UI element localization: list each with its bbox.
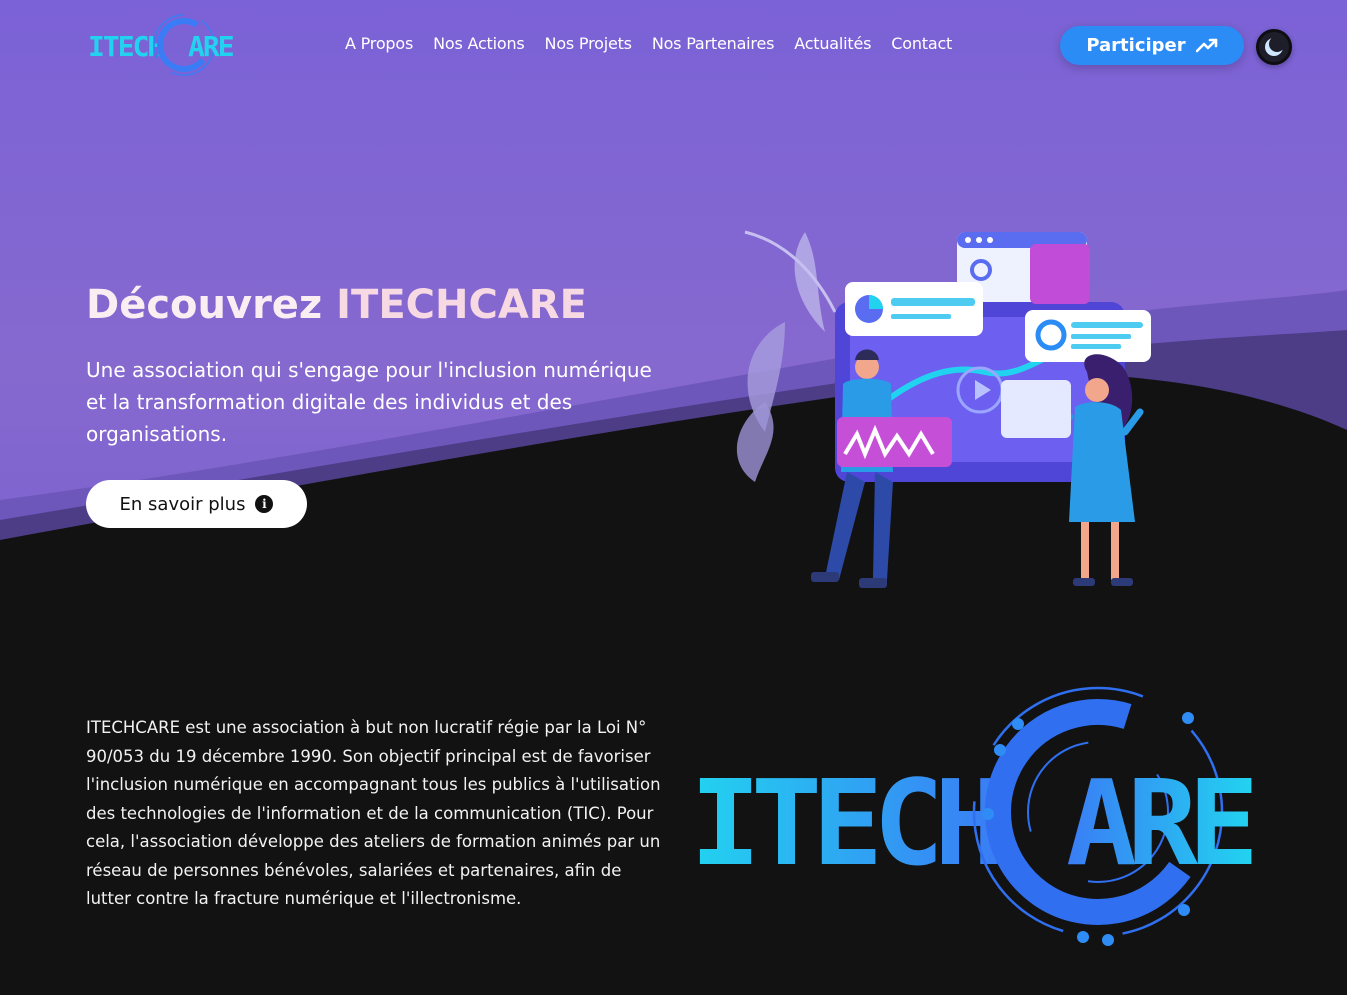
hero-illustration xyxy=(736,230,1151,588)
participer-label: Participer xyxy=(1086,35,1186,56)
trending-up-icon xyxy=(1195,38,1217,52)
main-nav: A Propos Nos Actions Nos Projets Nos Par… xyxy=(345,34,952,53)
nav-item-actualites[interactable]: Actualités xyxy=(794,34,871,53)
hero-description: Une association qui s'engage pour l'incl… xyxy=(86,358,652,446)
theme-toggle-button[interactable] xyxy=(1256,29,1292,65)
site-header: ITECH ARE A Propos Nos Actions Nos Proje… xyxy=(0,0,1347,92)
logo-text-left: ITECH xyxy=(88,30,162,63)
nav-item-nos-actions[interactable]: Nos Actions xyxy=(433,34,525,53)
nav-item-a-propos[interactable]: A Propos xyxy=(345,34,413,53)
itechcare-large-logo: ITECH ARE xyxy=(690,686,1262,946)
hero-title-highlight: ITECHCARE xyxy=(336,282,587,328)
hero-title: Découvrez ITECHCARE xyxy=(86,282,587,328)
info-icon: i xyxy=(255,495,274,513)
en-savoir-plus-button[interactable]: En savoir plus i xyxy=(86,480,307,528)
logo-text-right: ARE xyxy=(188,30,234,63)
nav-item-nos-partenaires[interactable]: Nos Partenaires xyxy=(652,34,775,53)
itechcare-logo[interactable]: ITECH ARE xyxy=(86,12,236,78)
nav-item-contact[interactable]: Contact xyxy=(891,34,952,53)
en-savoir-plus-label: En savoir plus xyxy=(119,493,246,515)
nav-item-nos-projets[interactable]: Nos Projets xyxy=(545,34,632,53)
large-logo-text-right: ARE xyxy=(1066,754,1252,892)
moon-icon xyxy=(1265,37,1284,56)
participer-button[interactable]: Participer xyxy=(1060,26,1244,65)
large-logo-text-left: ITECH xyxy=(690,754,998,892)
about-description: ITECHCARE est une association à but non … xyxy=(86,718,661,908)
hero-title-prefix: Découvrez xyxy=(86,282,323,328)
